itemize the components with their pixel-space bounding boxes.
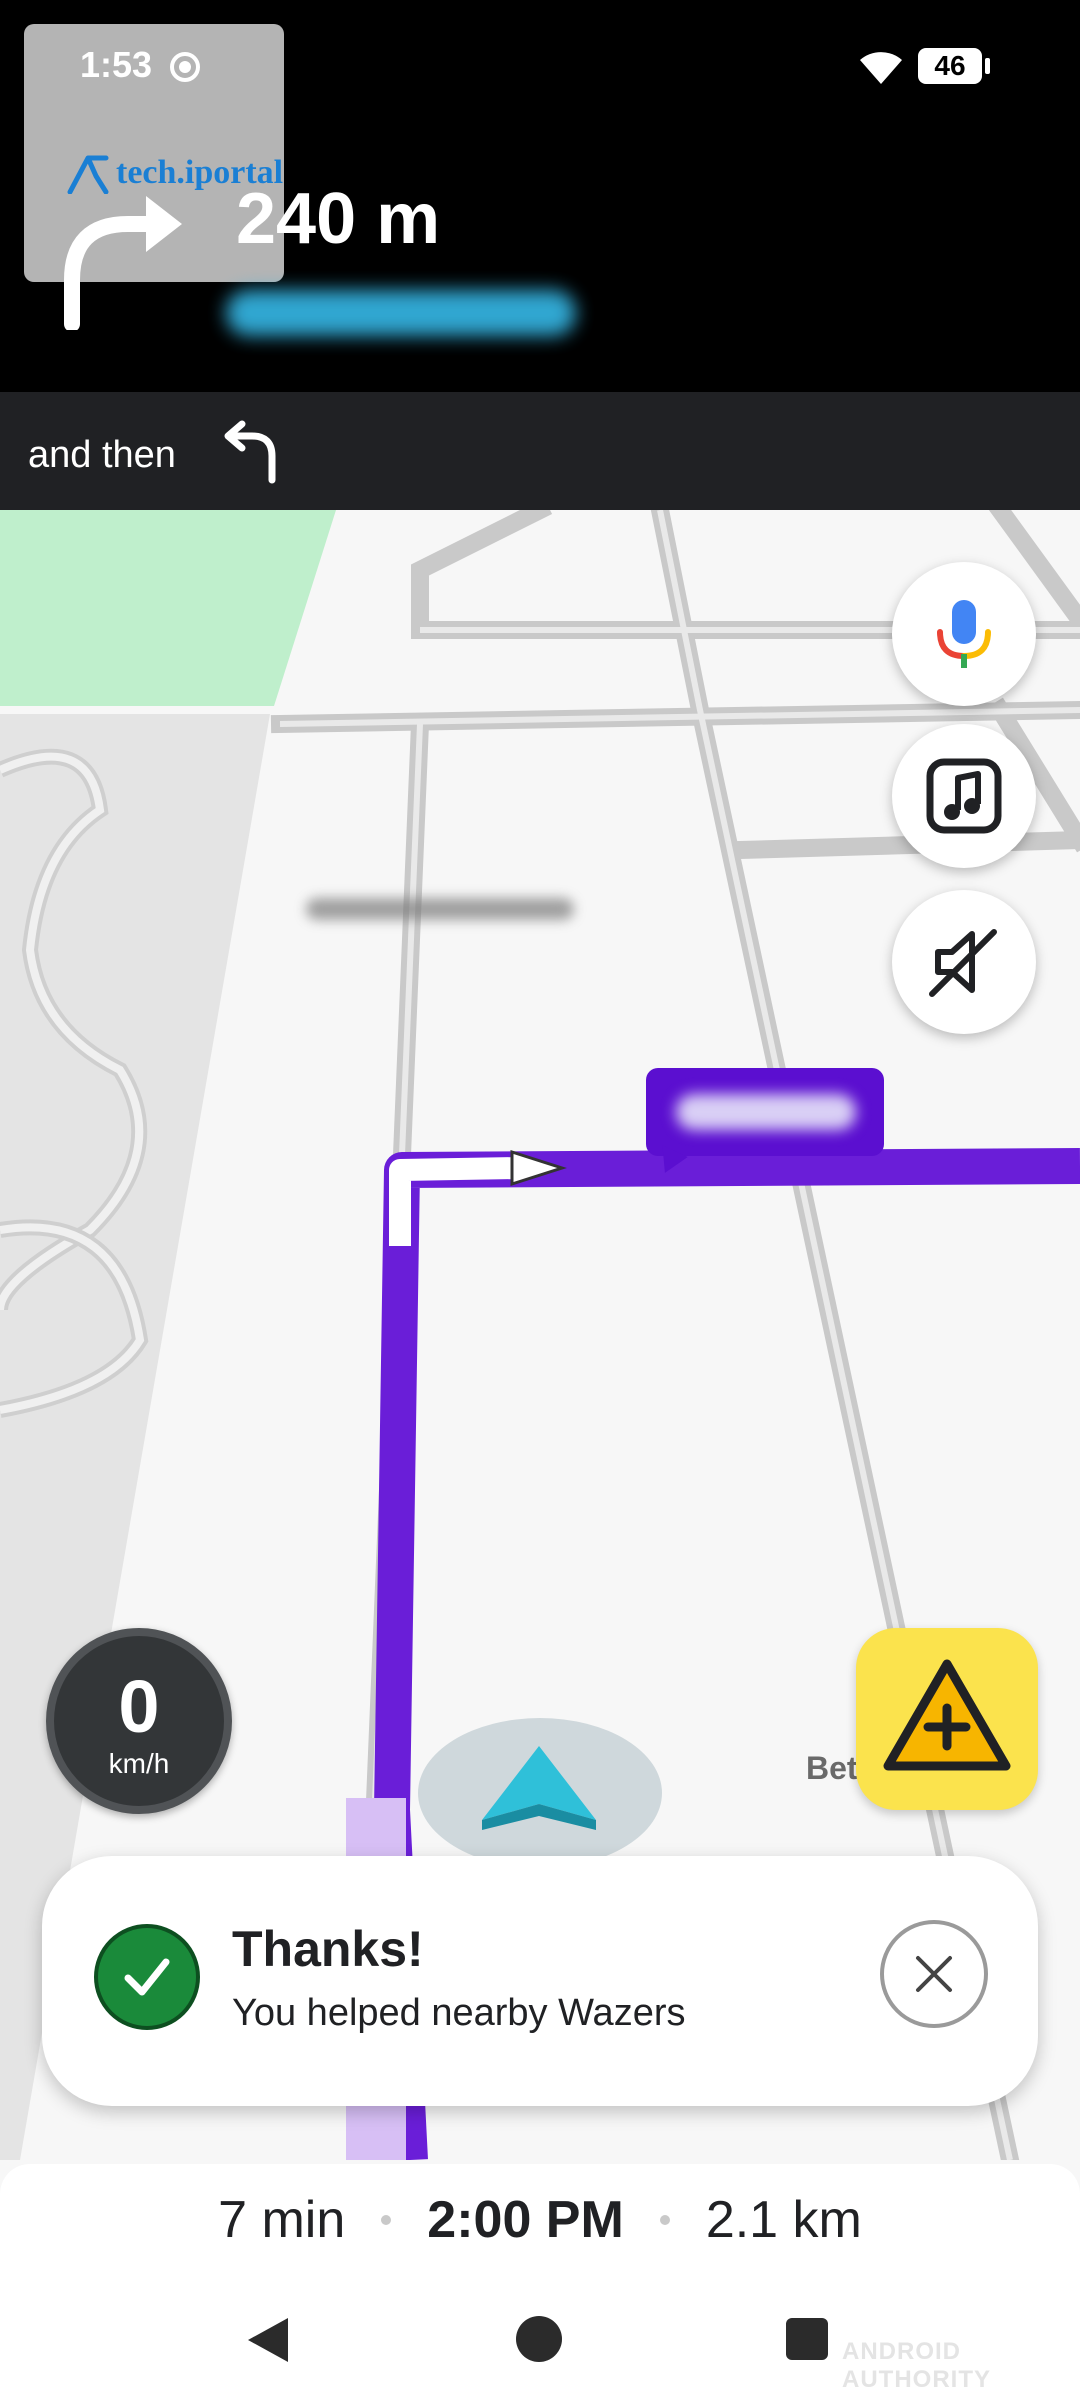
park-area: [0, 510, 336, 706]
toast-title: Thanks!: [232, 1921, 424, 1977]
toast-message: You helped nearby Wazers: [232, 1992, 686, 2034]
street-name-redacted: [226, 290, 576, 336]
eta-distance: 2.1 km: [705, 2191, 862, 2249]
eta-summary[interactable]: 7 min 2:00 PM 2.1 km: [0, 2190, 1080, 2250]
music-note-icon: [926, 758, 1002, 834]
turn-right-icon: [64, 196, 182, 330]
watermark-text: ANDROID AUTHORITY: [842, 2338, 991, 2393]
checkmark-icon: [124, 1958, 170, 1996]
toast-close-button[interactable]: [880, 1920, 988, 2028]
speed-value: 0: [118, 1665, 160, 1748]
turn-left-icon: [224, 420, 276, 484]
destination-name-redacted: [676, 1094, 856, 1130]
map-street-label: Bet: [806, 1750, 858, 1786]
destination-bubble[interactable]: [646, 1068, 884, 1156]
thanks-toast: Thanks! You helped nearby Wazers: [42, 1856, 1038, 2106]
speed-unit: km/h: [108, 1748, 170, 1779]
eta-duration: 7 min: [218, 2191, 346, 2249]
home-button[interactable]: [516, 2316, 562, 2362]
report-hazard-button[interactable]: [856, 1628, 1038, 1810]
place-label-redacted: [306, 898, 574, 920]
battery-indicator: 46: [918, 48, 990, 84]
report-warning-icon: [883, 1659, 1011, 1771]
back-button[interactable]: [244, 2316, 292, 2364]
eta-arrival-time: 2:00 PM: [427, 2191, 624, 2249]
sound-muted-icon: [929, 929, 997, 997]
separator-dot: [659, 2215, 670, 2225]
voice-command-button[interactable]: [892, 562, 1036, 706]
screen-record-icon: [170, 52, 200, 82]
sound-toggle-button[interactable]: [892, 890, 1036, 1034]
microphone-icon: [937, 600, 991, 668]
recents-button[interactable]: [786, 2318, 828, 2360]
wifi-icon: [860, 52, 902, 84]
separator-dot: [381, 2215, 392, 2225]
audio-player-button[interactable]: [892, 724, 1036, 868]
next-instruction-label: and then: [28, 434, 176, 476]
success-check-icon: [94, 1924, 200, 2030]
close-icon: [916, 1956, 952, 1992]
speedometer: 0 km/h: [46, 1628, 232, 1814]
status-time: 1:53: [80, 44, 153, 85]
turn-distance: 240 m: [236, 179, 441, 259]
logo-icon: [67, 155, 109, 194]
current-location-arrow-icon: [482, 1746, 596, 1830]
navigation-header: tech.iportal 1:53 46 240 m: [0, 0, 1080, 392]
